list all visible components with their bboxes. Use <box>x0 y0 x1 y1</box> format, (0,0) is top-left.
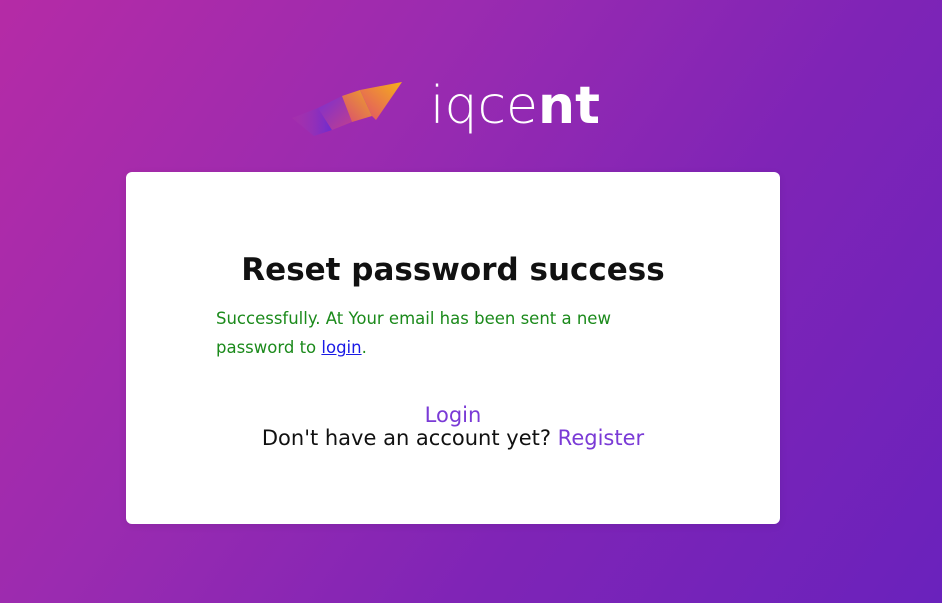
success-message: Successfully. At Your email has been sen… <box>216 304 646 362</box>
logo-mark-icon <box>292 82 402 136</box>
success-message-end: . <box>361 338 367 357</box>
logo-wordmark-bold: nt <box>538 76 600 136</box>
logo-wordmark-light: iqce <box>430 76 539 136</box>
reset-success-card: Reset password success Successfully. At … <box>126 172 780 524</box>
register-prompt: Don't have an account yet? <box>261 426 558 450</box>
inline-login-link[interactable]: login <box>321 338 361 357</box>
register-row: Don't have an account yet? Register <box>126 423 780 453</box>
brand-logo: iqcent <box>290 74 620 144</box>
logo-wordmark: iqcent <box>430 74 600 138</box>
card-title: Reset password success <box>241 252 665 288</box>
register-link[interactable]: Register <box>558 426 644 450</box>
success-message-text: Successfully. At Your email has been sen… <box>216 309 611 357</box>
